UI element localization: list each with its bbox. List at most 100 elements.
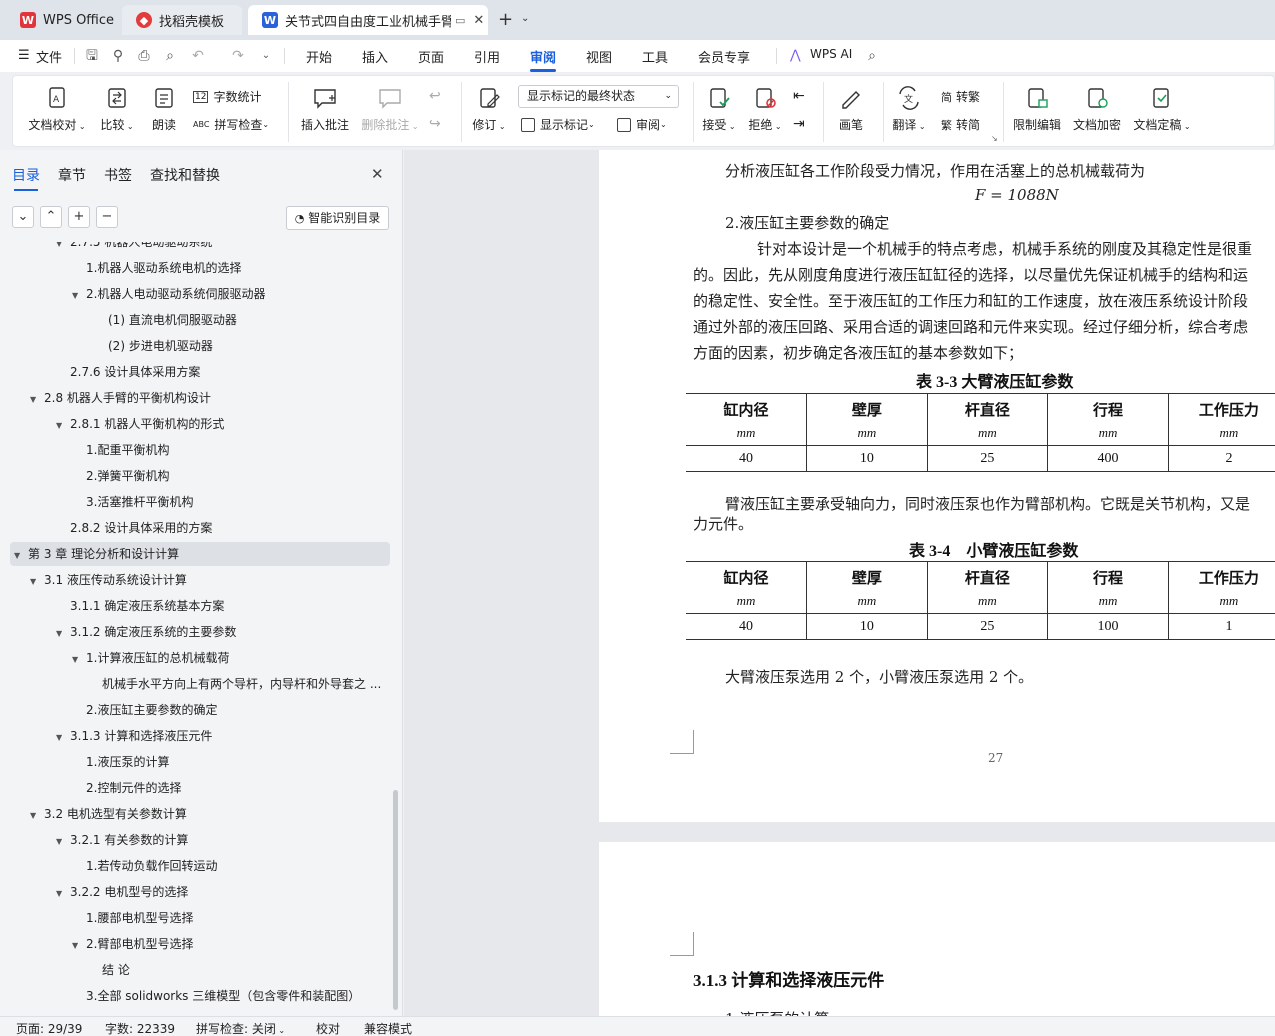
tab-wps-office[interactable]: W WPS Office: [6, 5, 118, 35]
toc-item[interactable]: ▼ 第 3 章 理论分析和设计计算: [10, 542, 390, 566]
to-traditional-button[interactable]: 简 转繁: [941, 88, 980, 105]
expand-arrow-icon[interactable]: ▼: [56, 830, 70, 854]
menu-member[interactable]: 会员专享: [698, 47, 750, 66]
tab-docer-templates[interactable]: ◆ 找稻壳模板: [122, 5, 242, 35]
toc-item[interactable]: ▼ 3.1.3 计算和选择液压元件: [10, 724, 390, 748]
print-preview-icon[interactable]: ⌕: [162, 48, 178, 64]
tab-list-chevron-icon[interactable]: ⌄: [521, 13, 529, 24]
hamburger-icon[interactable]: ☰: [18, 48, 30, 63]
expand-arrow-icon[interactable]: ▼: [72, 284, 86, 308]
toc-item[interactable]: ▼ 2.臂部电机型号选择: [10, 932, 390, 956]
share-link-icon[interactable]: ⚲: [110, 48, 126, 64]
new-tab-icon[interactable]: +: [498, 9, 513, 30]
tab-toc[interactable]: 目录: [12, 165, 40, 191]
close-icon[interactable]: ✕: [473, 13, 484, 28]
compare-button[interactable]: 比较 ⌄: [97, 86, 137, 133]
undo-icon[interactable]: ↶: [190, 48, 206, 64]
dialog-launcher-icon[interactable]: ↘: [991, 134, 998, 143]
pen-button[interactable]: 画笔: [831, 86, 871, 133]
menu-wps-ai[interactable]: WPS AI: [810, 47, 852, 61]
document-canvas[interactable]: 分析液压缸各工作阶段受力情况，作用在活塞上的总机械载荷为 F = 1088N 2…: [404, 150, 1275, 1016]
remove-item-button[interactable]: −: [96, 206, 118, 228]
toc-item[interactable]: ▼ 1.计算液压缸的总机械载荷: [10, 646, 390, 670]
add-item-button[interactable]: +: [68, 206, 90, 228]
proofread-status[interactable]: 校对: [316, 1020, 340, 1036]
markup-state-select[interactable]: 显示标记的最终状态 ⌄: [518, 85, 679, 108]
menu-insert[interactable]: 插入: [362, 47, 388, 66]
save-icon[interactable]: 🖫: [84, 48, 100, 64]
toc-item[interactable]: ▼ 2.机器人电动驱动系统伺服驱动器: [10, 282, 390, 306]
toc-item[interactable]: 2.8.2 设计具体采用的方案: [10, 516, 390, 540]
expand-arrow-icon[interactable]: ▼: [72, 648, 86, 672]
toc-item[interactable]: 机械手水平方向上有两个导杆，内导杆和外导套之 ...: [10, 672, 390, 696]
collapse-down-button[interactable]: ⌄: [12, 206, 34, 228]
reject-button[interactable]: 拒绝 ⌄: [745, 86, 785, 133]
doc-check-button[interactable]: A 文档校对 ⌄: [27, 86, 87, 133]
previous-comment-icon[interactable]: ↩: [429, 88, 441, 104]
toc-item[interactable]: ▼ 3.2.2 电机型号的选择: [10, 880, 390, 904]
finalize-button[interactable]: 文档定稿 ⌄: [1131, 86, 1193, 133]
expand-arrow-icon[interactable]: ▼: [30, 388, 44, 412]
spell-check-status[interactable]: 拼写检查: 关闭 ⌄: [196, 1020, 285, 1036]
tab-find-replace[interactable]: 查找和替换: [150, 165, 220, 185]
monitor-icon[interactable]: ▭: [455, 14, 465, 27]
next-comment-icon[interactable]: ↪: [429, 116, 441, 132]
expand-arrow-icon[interactable]: ▼: [56, 882, 70, 906]
menu-review[interactable]: 审阅: [530, 47, 557, 72]
toc-item[interactable]: 1.若传动负载作回转运动: [10, 854, 390, 878]
translate-button[interactable]: 文 翻译 ⌄: [889, 86, 929, 133]
expand-arrow-icon[interactable]: ▼: [30, 570, 44, 594]
close-icon[interactable]: ✕: [371, 165, 384, 183]
toc-item[interactable]: 1.液压泵的计算: [10, 750, 390, 774]
ai-toc-button[interactable]: ◔ 智能识别目录: [286, 206, 389, 230]
tab-bookmarks[interactable]: 书签: [104, 165, 132, 185]
redo-icon[interactable]: ↷: [230, 48, 246, 64]
expand-arrow-icon[interactable]: ▼: [56, 414, 70, 438]
toc-item[interactable]: 2.弹簧平衡机构: [10, 464, 390, 488]
expand-arrow-icon[interactable]: ▼: [30, 804, 44, 828]
menu-page[interactable]: 页面: [418, 47, 444, 66]
restrict-edit-button[interactable]: 限制编辑: [1011, 86, 1063, 133]
toc-item[interactable]: (1) 直流电机伺服驱动器: [10, 308, 390, 332]
toc-item[interactable]: ▼ 3.2 电机选型有关参数计算: [10, 802, 390, 826]
previous-change-icon[interactable]: ⇤: [793, 88, 805, 104]
toc-item[interactable]: 1.配重平衡机构: [10, 438, 390, 462]
toc-item[interactable]: ▼ 3.1.2 确定液压系统的主要参数: [10, 620, 390, 644]
toc-item[interactable]: 2.控制元件的选择: [10, 776, 390, 800]
menu-home[interactable]: 开始: [306, 47, 332, 66]
toc-item[interactable]: 1.腰部电机型号选择: [10, 906, 390, 930]
expand-arrow-icon[interactable]: ▼: [56, 242, 70, 256]
collapse-up-button[interactable]: ⌃: [40, 206, 62, 228]
toc-item[interactable]: 3.全部 solidworks 三维模型（包含零件和装配图）: [10, 984, 390, 1008]
expand-arrow-icon[interactable]: ▼: [56, 622, 70, 646]
menu-references[interactable]: 引用: [474, 47, 500, 66]
toc-scrollbar[interactable]: [393, 790, 398, 1010]
expand-arrow-icon[interactable]: ▼: [72, 934, 86, 958]
spell-check-button[interactable]: ABC 拼写检查 ⌄: [193, 116, 269, 133]
toc-item[interactable]: 2.7.6 设计具体采用方案: [10, 360, 390, 384]
menu-tools[interactable]: 工具: [642, 47, 668, 66]
toc-item[interactable]: 3.1.1 确定液压系统基本方案: [10, 594, 390, 618]
tab-current-document[interactable]: W 关节式四自由度工业机械手臂 ▭ ✕: [248, 5, 488, 35]
track-changes-button[interactable]: 修订 ⌄: [469, 86, 509, 133]
tab-chapters[interactable]: 章节: [58, 165, 86, 185]
read-aloud-button[interactable]: 朗读: [147, 86, 181, 133]
delete-comment-button[interactable]: 删除批注 ⌄: [359, 86, 421, 133]
word-count-button[interactable]: 12 字数统计: [193, 88, 261, 105]
toc-item[interactable]: 结 论: [10, 958, 390, 982]
to-simplified-button[interactable]: 繁 转简: [941, 116, 980, 133]
next-change-icon[interactable]: ⇥: [793, 116, 805, 132]
expand-arrow-icon[interactable]: ▼: [56, 726, 70, 750]
toc-item[interactable]: 1.机器人驱动系统电机的选择: [10, 256, 390, 280]
menu-view[interactable]: 视图: [586, 47, 612, 66]
more-chevron-icon[interactable]: ⌄: [258, 48, 274, 64]
encrypt-button[interactable]: 文档加密: [1071, 86, 1123, 133]
toc-item[interactable]: 2.液压缸主要参数的确定: [10, 698, 390, 722]
toc-item[interactable]: 3.活塞推杆平衡机构: [10, 490, 390, 514]
insert-comment-button[interactable]: 插入批注: [299, 86, 351, 133]
toc-item[interactable]: ▼ 3.2.1 有关参数的计算: [10, 828, 390, 852]
accept-button[interactable]: 接受 ⌄: [699, 86, 739, 133]
search-icon[interactable]: ⌕: [864, 48, 880, 64]
print-icon[interactable]: ⎙: [136, 48, 152, 64]
toc-item[interactable]: ▼ 3.1 液压传动系统设计计算: [10, 568, 390, 592]
